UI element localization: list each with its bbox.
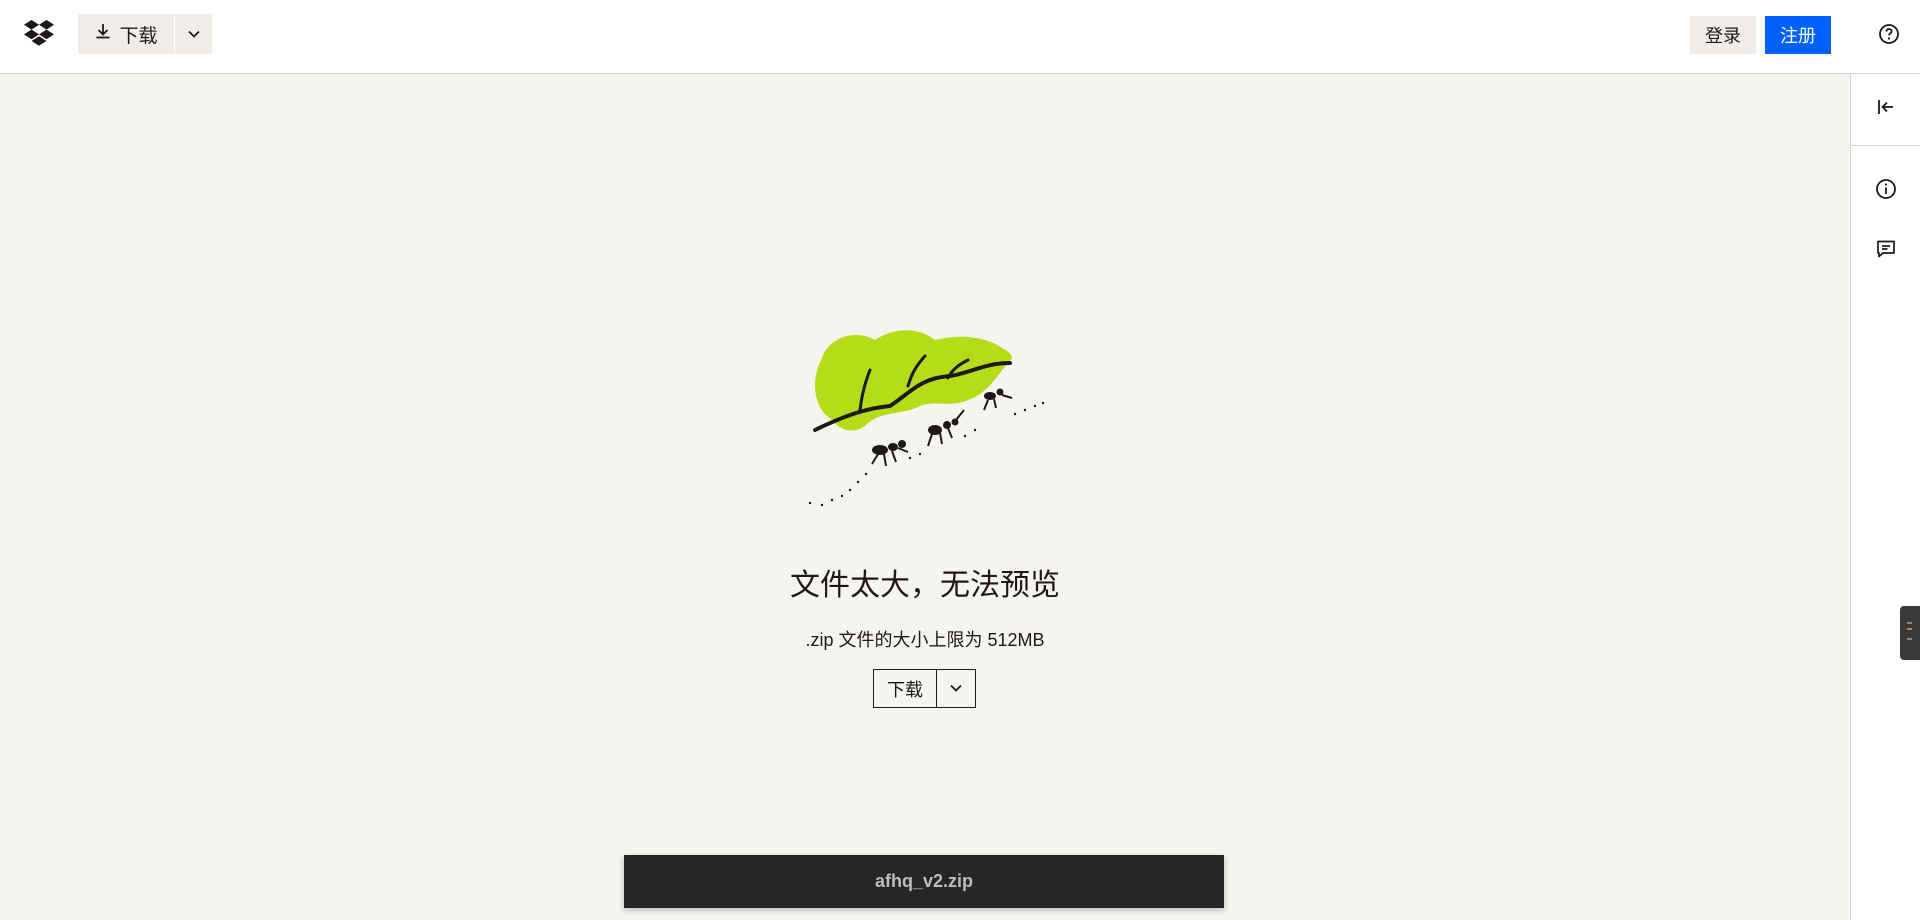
- preview-error-subtitle: .zip 文件的大小上限为 512MB: [805, 630, 1045, 650]
- download-button-label: 下载: [119, 25, 158, 47]
- comments-button[interactable]: [1873, 238, 1899, 264]
- signup-button[interactable]: 注册: [1765, 16, 1831, 54]
- download-icon: [94, 22, 112, 46]
- preview-error-title: 文件太大，无法预览: [790, 569, 1060, 602]
- ants-carrying-leaf-illustration: [800, 318, 1050, 518]
- edge-handle[interactable]: [1900, 606, 1920, 660]
- help-circle-icon: [1878, 23, 1900, 48]
- chevron-down-icon: [949, 681, 963, 696]
- info-button[interactable]: [1873, 178, 1899, 204]
- info-icon: [1875, 178, 1897, 205]
- download-button[interactable]: 下载: [78, 14, 174, 54]
- top-bar: 下载 登录 注册: [0, 0, 1920, 74]
- center-download-group: 下载: [873, 669, 976, 708]
- collapse-panel-button[interactable]: [1851, 74, 1920, 146]
- chevron-down-icon: [187, 27, 201, 42]
- right-side-panel: [1850, 74, 1920, 920]
- comment-icon: [1875, 238, 1897, 265]
- help-button[interactable]: [1876, 22, 1902, 48]
- file-name-bar: afhq_v2.zip: [624, 855, 1224, 908]
- login-button[interactable]: 登录: [1690, 16, 1756, 54]
- center-download-options-button[interactable]: [937, 669, 976, 708]
- collapse-left-icon: [1877, 99, 1895, 120]
- download-button-group: 下载: [78, 14, 212, 54]
- download-options-button[interactable]: [174, 14, 212, 54]
- file-name: afhq_v2.zip: [874, 871, 974, 891]
- center-download-button[interactable]: 下载: [873, 669, 937, 708]
- dropbox-logo-icon[interactable]: [24, 20, 54, 48]
